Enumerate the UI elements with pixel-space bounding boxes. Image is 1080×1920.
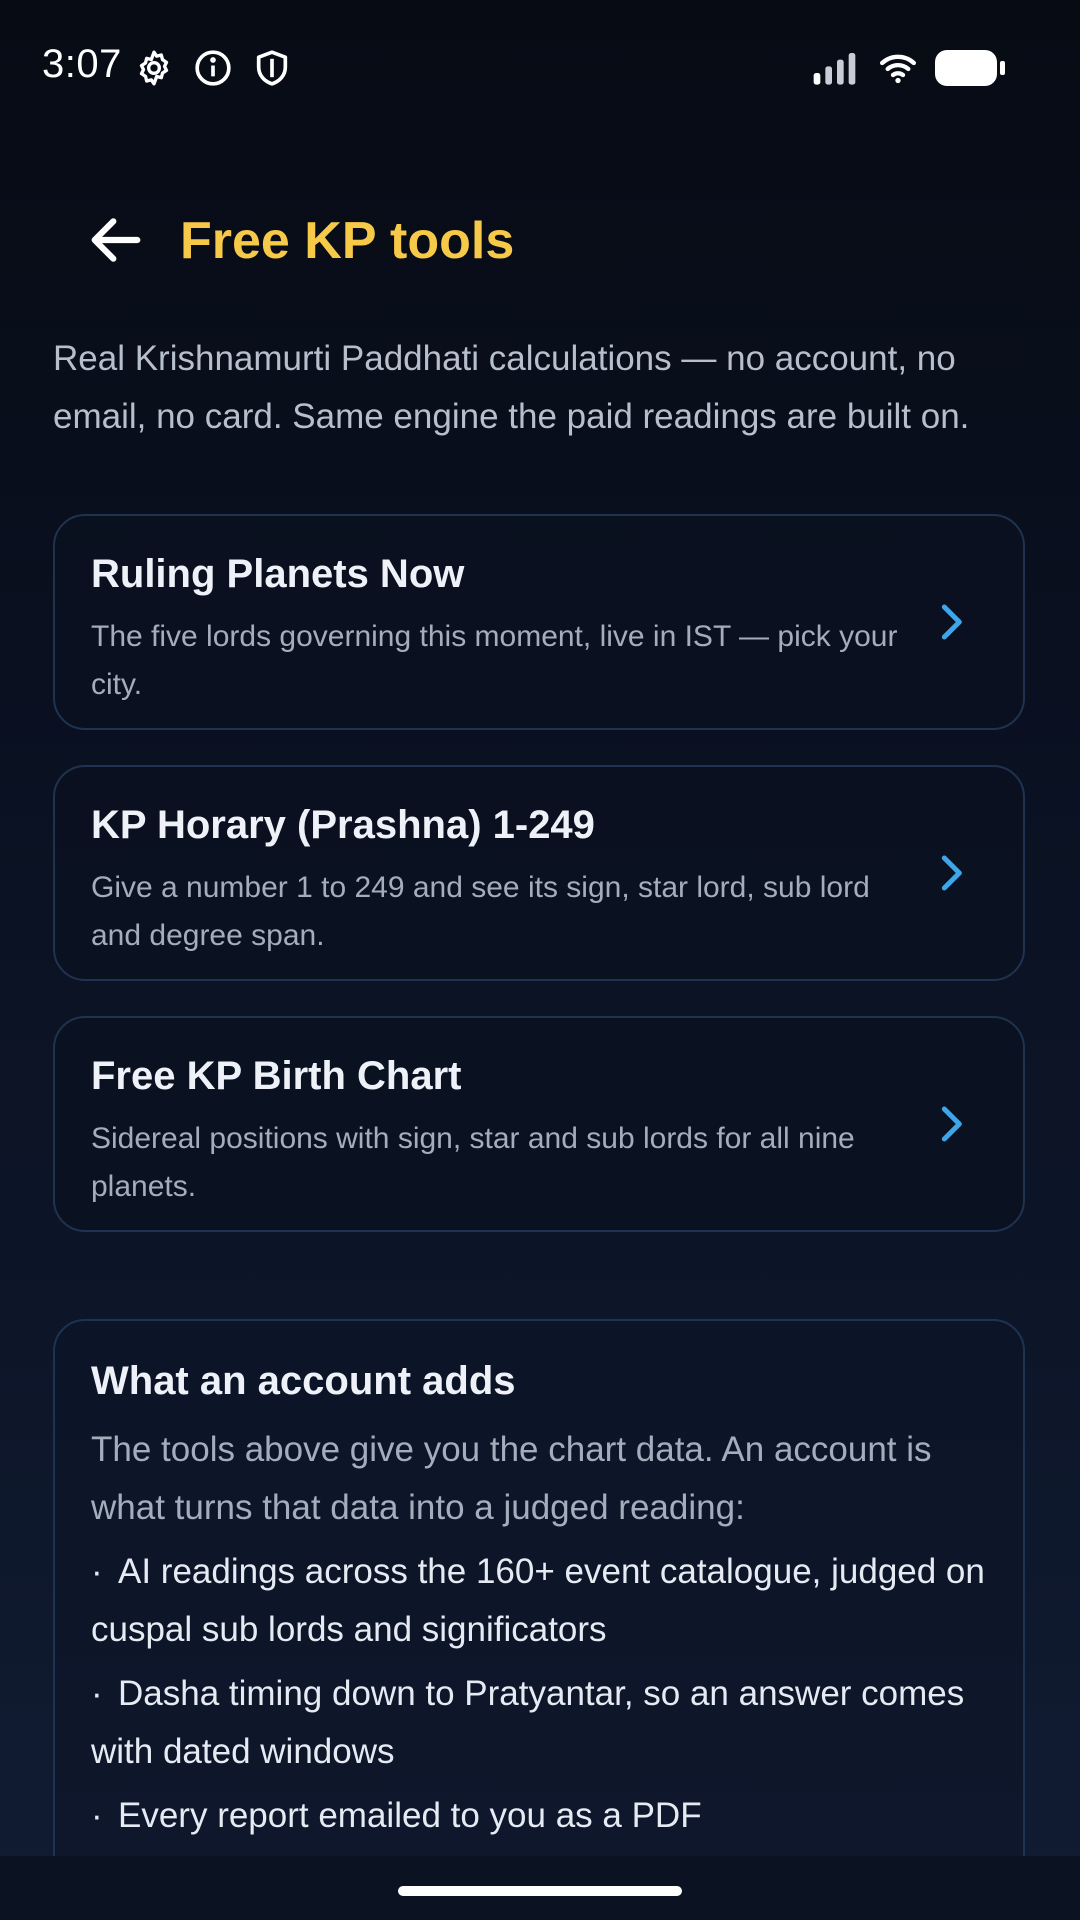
tool-card-birth-chart[interactable]: Free KP Birth Chart Sidereal positions w…: [53, 1016, 1025, 1232]
tool-card-description: The five lords governing this moment, li…: [91, 620, 898, 701]
bullet: ·: [91, 1674, 103, 1713]
bullet: ·: [91, 1552, 103, 1591]
tool-card-description: Sidereal positions with sign, star and s…: [91, 1122, 855, 1203]
arrow-left-icon: [91, 218, 141, 262]
wifi-icon: [874, 48, 922, 88]
account-benefits-panel: What an account adds The tools above giv…: [53, 1319, 1025, 1920]
chevron-right-icon: [931, 602, 971, 642]
tool-card-title: KP Horary (Prashna) 1-249: [91, 803, 595, 847]
tool-card-description: Give a number 1 to 249 and see its sign,…: [91, 871, 870, 952]
signal-icon: [812, 48, 862, 88]
chevron-right-icon: [931, 853, 971, 893]
chevron-right-icon: [931, 1104, 971, 1144]
list-item: · Dasha timing down to Pratyantar, so an …: [91, 1665, 991, 1781]
list-item: · AI readings across the 160+ event catal…: [91, 1543, 991, 1659]
status-time: 3:07: [42, 42, 122, 86]
benefit-list: · AI readings across the 160+ event catal…: [91, 1543, 991, 1851]
screen: 3:07 Free KP tools Real Krishnamurti Pad…: [0, 0, 1080, 1920]
info-icon: [193, 48, 233, 88]
list-item: · Every report emailed to you as a PDF: [91, 1787, 991, 1845]
bullet: ·: [91, 1796, 103, 1835]
account-panel-title: What an account adds: [91, 1359, 516, 1403]
shield-icon: [252, 48, 292, 88]
account-panel-intro: The tools above give you the chart data.…: [91, 1430, 932, 1527]
benefit-text: Every report emailed to you as a PDF: [118, 1796, 702, 1835]
gear-icon: [134, 48, 174, 88]
tool-card-title: Ruling Planets Now: [91, 552, 465, 596]
benefit-text: AI readings across the 160+ event catalo…: [91, 1552, 985, 1649]
tool-card-kp-horary[interactable]: KP Horary (Prashna) 1-249 Give a number …: [53, 765, 1025, 981]
home-indicator[interactable]: [398, 1886, 682, 1896]
benefit-text: Dasha timing down to Pratyantar, so an a…: [91, 1674, 965, 1771]
page-title: Free KP tools: [180, 212, 515, 270]
battery-icon: [935, 48, 1007, 88]
status-bar: 3:07: [0, 0, 1080, 134]
tool-card-ruling-planets[interactable]: Ruling Planets Now The five lords govern…: [53, 514, 1025, 730]
back-button[interactable]: [84, 208, 148, 272]
intro-text: Real Krishnamurti Paddhati calculations …: [53, 339, 970, 436]
tool-card-title: Free KP Birth Chart: [91, 1054, 462, 1098]
